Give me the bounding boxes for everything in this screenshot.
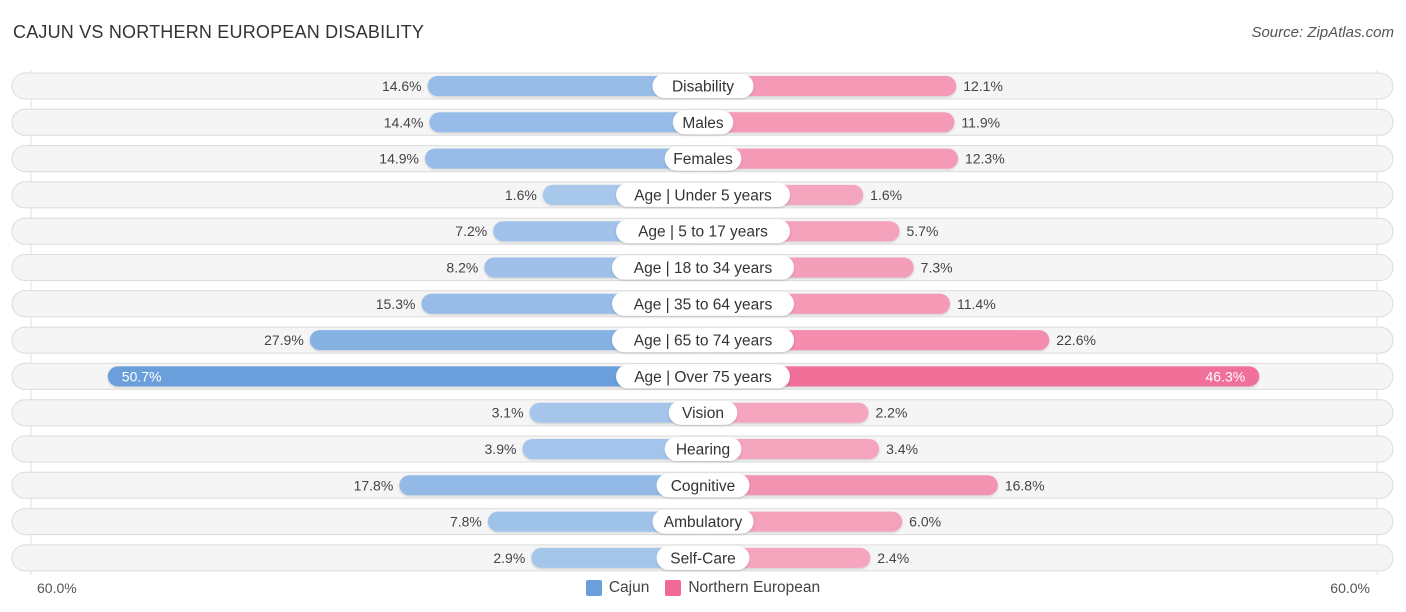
category-label: Age | Over 75 years [634, 369, 772, 386]
value-label-northern-european: 7.3% [921, 260, 953, 276]
category-label: Males [682, 115, 724, 132]
category-label: Age | 65 to 74 years [634, 333, 773, 350]
value-label-northern-european: 11.4% [957, 296, 996, 312]
value-label-northern-european: 16.8% [1005, 477, 1045, 493]
value-label-cajun: 14.9% [379, 151, 419, 167]
legend-swatch-northern-european [665, 580, 682, 596]
value-label-cajun: 3.1% [492, 405, 524, 421]
value-label-cajun: 7.8% [450, 514, 482, 530]
category-label: Cognitive [671, 478, 736, 495]
bar-northern-european [703, 112, 955, 133]
bar-cajun [429, 112, 703, 133]
category-label: Ambulatory [664, 514, 743, 531]
diverging-bar-chart: Disability 14.6% 12.1% Males 14.4% 11.9% Femal… [11, 70, 1394, 575]
category-label: Females [673, 151, 733, 168]
category-label: Self-Care [670, 550, 735, 567]
value-label-northern-european: 2.4% [877, 550, 909, 566]
value-label-cajun: 14.6% [382, 78, 422, 94]
category-label: Age | 18 to 34 years [634, 260, 773, 277]
legend-label-northern-european: Northern European [688, 579, 821, 596]
value-label-northern-european: 11.9% [961, 114, 1000, 130]
legend-item-cajun[interactable]: Cajun [585, 579, 650, 597]
legend-item-northern-european[interactable]: Northern European [665, 579, 820, 597]
legend-label-cajun: Cajun [608, 579, 650, 596]
bar-cajun [424, 148, 703, 169]
value-label-cajun: 8.2% [446, 260, 478, 276]
value-label-northern-european: 5.7% [907, 223, 939, 239]
legend-swatch-cajun [585, 580, 602, 596]
category-label: Hearing [676, 442, 730, 459]
value-label-cajun: 15.3% [376, 296, 416, 312]
value-label-cajun: 2.9% [493, 550, 525, 566]
value-label-northern-european: 12.3% [965, 151, 1005, 167]
category-label: Age | 35 to 64 years [634, 296, 773, 313]
bar-cajun [107, 366, 704, 387]
value-label-cajun: 14.4% [384, 114, 424, 130]
value-label-cajun: 7.2% [455, 223, 487, 239]
value-label-cajun: 3.9% [485, 441, 517, 457]
value-label-northern-european: 22.6% [1056, 332, 1096, 348]
value-label-northern-european: 46.3% [1206, 368, 1246, 384]
legend: Cajun Northern European [0, 579, 1406, 597]
category-label: Age | 5 to 17 years [638, 224, 768, 241]
value-label-northern-european: 6.0% [909, 514, 941, 530]
value-label-northern-european: 3.4% [886, 441, 918, 457]
value-label-northern-european: 1.6% [870, 187, 902, 203]
category-label: Age | Under 5 years [634, 187, 772, 204]
value-label-cajun: 27.9% [264, 332, 304, 348]
value-label-northern-european: 12.1% [963, 78, 1003, 94]
category-label: Vision [682, 405, 724, 422]
category-label: Disability [672, 79, 734, 96]
value-label-cajun: 17.8% [354, 477, 394, 493]
value-label-northern-european: 2.2% [875, 405, 907, 421]
value-label-cajun: 1.6% [505, 187, 537, 203]
value-label-cajun: 50.7% [122, 368, 162, 384]
